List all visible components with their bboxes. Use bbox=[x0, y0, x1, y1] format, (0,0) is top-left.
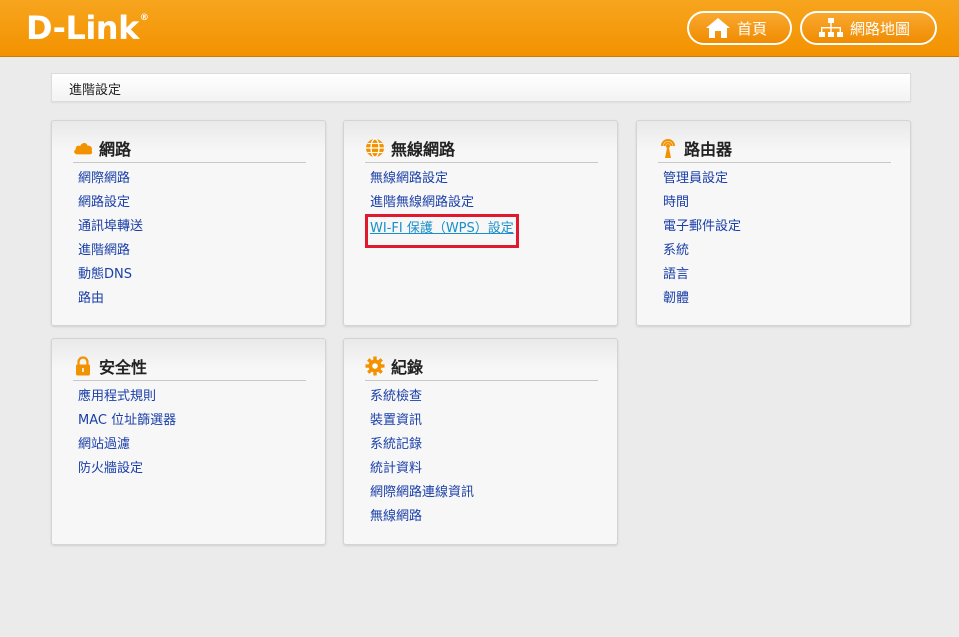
cloud-icon bbox=[73, 138, 93, 158]
link-internet[interactable]: 網際網路 bbox=[78, 169, 143, 193]
gear-icon bbox=[365, 356, 385, 376]
network-panel-header: 網路 bbox=[73, 133, 306, 163]
home-icon bbox=[706, 18, 730, 38]
logs-panel: 紀錄 系統檢查 裝置資訊 系統記錄 統計資料 網際網路連線資訊 無線網路 bbox=[343, 338, 618, 545]
link-firmware[interactable]: 韌體 bbox=[663, 289, 741, 313]
link-wireless-log[interactable]: 無線網路 bbox=[370, 507, 474, 531]
link-advanced-wireless-settings[interactable]: 進階無線網路設定 bbox=[370, 193, 514, 217]
security-panel-title: 安全性 bbox=[99, 357, 148, 377]
network-map-button[interactable]: 網路地圖 bbox=[800, 11, 937, 45]
link-wps-settings[interactable]: WI-FI 保護（WPS）設定 bbox=[365, 214, 519, 248]
link-system[interactable]: 系統 bbox=[663, 241, 741, 265]
top-header: D-Link® 首頁 網路地圖 bbox=[0, 0, 959, 57]
link-dynamic-dns[interactable]: 動態DNS bbox=[78, 265, 143, 289]
security-panel-header: 安全性 bbox=[73, 351, 306, 381]
link-website-filter[interactable]: 網站過濾 bbox=[78, 435, 176, 459]
link-system-log[interactable]: 系統記錄 bbox=[370, 435, 474, 459]
network-map-icon bbox=[819, 18, 843, 37]
globe-icon bbox=[365, 137, 385, 158]
network-panel: 網路 網際網路 網路設定 通訊埠轉送 進階網路 動態DNS 路由 bbox=[51, 120, 326, 326]
link-network-settings[interactable]: 網路設定 bbox=[78, 193, 143, 217]
link-system-check[interactable]: 系統檢查 bbox=[370, 387, 474, 411]
router-link-list: 管理員設定 時間 電子郵件設定 系統 語言 韌體 bbox=[663, 169, 741, 313]
network-panel-title: 網路 bbox=[99, 139, 132, 159]
link-mac-filter[interactable]: MAC 位址篩選器 bbox=[78, 411, 176, 435]
router-panel-header: 路由器 bbox=[658, 133, 891, 163]
link-device-info[interactable]: 裝置資訊 bbox=[370, 411, 474, 435]
logs-panel-header: 紀錄 bbox=[365, 351, 598, 381]
link-application-rules[interactable]: 應用程式規則 bbox=[78, 387, 176, 411]
link-admin-settings[interactable]: 管理員設定 bbox=[663, 169, 741, 193]
lock-icon bbox=[73, 355, 93, 376]
security-panel: 安全性 應用程式規則 MAC 位址篩選器 網站過濾 防火牆設定 bbox=[51, 338, 326, 545]
link-firewall-settings[interactable]: 防火牆設定 bbox=[78, 459, 176, 483]
link-email-settings[interactable]: 電子郵件設定 bbox=[663, 217, 741, 241]
home-button-label: 首頁 bbox=[737, 19, 768, 38]
link-language[interactable]: 語言 bbox=[663, 265, 741, 289]
link-port-forwarding[interactable]: 通訊埠轉送 bbox=[78, 217, 143, 241]
wireless-panel-title: 無線網路 bbox=[391, 139, 456, 159]
antenna-icon bbox=[658, 138, 678, 158]
network-map-button-label: 網路地圖 bbox=[850, 19, 911, 38]
link-advanced-network[interactable]: 進階網路 bbox=[78, 241, 143, 265]
router-panel-title: 路由器 bbox=[684, 139, 733, 159]
link-wireless-settings[interactable]: 無線網路設定 bbox=[370, 169, 514, 193]
link-statistics[interactable]: 統計資料 bbox=[370, 459, 474, 483]
logs-panel-title: 紀錄 bbox=[391, 357, 424, 377]
wireless-link-list: 無線網路設定 進階無線網路設定 WI-FI 保護（WPS）設定 bbox=[365, 169, 519, 248]
breadcrumb-bar: 進階設定 bbox=[51, 73, 911, 102]
dlink-logo[interactable]: D-Link® bbox=[26, 9, 149, 47]
home-button[interactable]: 首頁 bbox=[687, 11, 792, 45]
link-internet-connection-info[interactable]: 網際網路連線資訊 bbox=[370, 483, 474, 507]
network-link-list: 網際網路 網路設定 通訊埠轉送 進階網路 動態DNS 路由 bbox=[78, 169, 143, 313]
router-panel: 路由器 管理員設定 時間 電子郵件設定 系統 語言 韌體 bbox=[636, 120, 911, 326]
wireless-panel: 無線網路 無線網路設定 進階無線網路設定 WI-FI 保護（WPS）設定 bbox=[343, 120, 618, 326]
logs-link-list: 系統檢查 裝置資訊 系統記錄 統計資料 網際網路連線資訊 無線網路 bbox=[370, 387, 474, 531]
wireless-panel-header: 無線網路 bbox=[365, 133, 598, 163]
security-link-list: 應用程式規則 MAC 位址篩選器 網站過濾 防火牆設定 bbox=[78, 387, 176, 483]
page-title: 進階設定 bbox=[69, 83, 122, 98]
link-time[interactable]: 時間 bbox=[663, 193, 741, 217]
link-routing[interactable]: 路由 bbox=[78, 289, 143, 313]
